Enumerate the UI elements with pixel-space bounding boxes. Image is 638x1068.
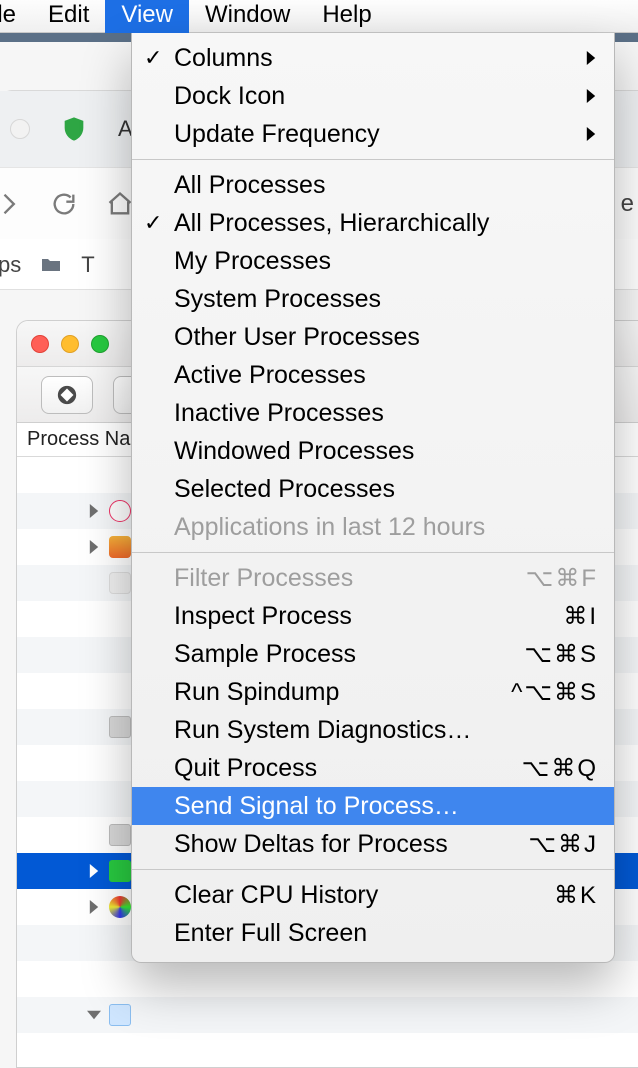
menu-item-label: Sample Process — [174, 640, 356, 669]
stop-process-button[interactable] — [41, 376, 93, 414]
disclosure-right-icon[interactable] — [87, 504, 101, 518]
menu-item-quit-process[interactable]: Quit Process ⌥⌘Q — [132, 749, 614, 787]
menubar-item-edit[interactable]: Edit — [32, 0, 105, 33]
system-menubar: ile Edit View Window Help — [0, 0, 638, 33]
check-icon: ✓ — [144, 45, 162, 71]
zoom-icon[interactable] — [91, 335, 109, 353]
menu-item-label: Applications in last 12 hours — [174, 513, 485, 542]
menu-item-show-deltas-for-process[interactable]: Show Deltas for Process ⌥⌘J — [132, 825, 614, 863]
menu-item-run-spindump[interactable]: Run Spindump ^⌥⌘S — [132, 673, 614, 711]
menu-shortcut: ^⌥⌘S — [511, 678, 598, 707]
menubar-item-help[interactable]: Help — [306, 0, 387, 33]
menubar-item-view[interactable]: View — [105, 0, 189, 33]
reload-icon[interactable] — [50, 190, 78, 218]
menu-item-my-processes[interactable]: My Processes — [132, 242, 614, 280]
menu-item-sample-process[interactable]: Sample Process ⌥⌘S — [132, 635, 614, 673]
menu-item-label: System Processes — [174, 285, 381, 314]
view-menu-dropdown: ✓ Columns Dock Icon Update Frequency All… — [131, 33, 615, 963]
menu-separator — [132, 869, 614, 870]
menu-item-system-processes[interactable]: System Processes — [132, 280, 614, 318]
menu-item-label: Windowed Processes — [174, 437, 414, 466]
menu-item-active-processes[interactable]: Active Processes — [132, 356, 614, 394]
process-icon — [109, 716, 131, 738]
process-icon — [109, 860, 131, 882]
menu-item-columns[interactable]: ✓ Columns — [132, 39, 614, 77]
menu-shortcut: ⌥⌘S — [524, 640, 598, 669]
menu-item-inactive-processes[interactable]: Inactive Processes — [132, 394, 614, 432]
minimize-icon[interactable] — [61, 335, 79, 353]
menu-shortcut: ⌥⌘Q — [522, 754, 598, 783]
process-icon — [109, 572, 131, 594]
menu-item-label: My Processes — [174, 247, 331, 276]
menu-item-windowed-processes[interactable]: Windowed Processes — [132, 432, 614, 470]
menu-item-label: Filter Processes — [174, 564, 353, 593]
menu-item-other-user-processes[interactable]: Other User Processes — [132, 318, 614, 356]
forward-icon[interactable] — [0, 190, 22, 218]
menu-item-selected-processes[interactable]: Selected Processes — [132, 470, 614, 508]
menu-item-label: Show Deltas for Process — [174, 830, 448, 859]
menu-item-label: Selected Processes — [174, 475, 395, 504]
shield-icon — [60, 115, 88, 143]
disclosure-right-icon[interactable] — [87, 540, 101, 554]
submenu-arrow-icon — [584, 127, 598, 141]
menu-item-run-system-diagnostics[interactable]: Run System Diagnostics… — [132, 711, 614, 749]
home-icon[interactable] — [106, 190, 134, 218]
menu-item-label: Inspect Process — [174, 602, 352, 631]
menu-item-label: Quit Process — [174, 754, 317, 783]
menu-item-update-frequency[interactable]: Update Frequency — [132, 115, 614, 153]
menu-item-label: Run System Diagnostics… — [174, 716, 471, 745]
menu-item-label: All Processes — [174, 171, 325, 200]
menu-item-label: Inactive Processes — [174, 399, 384, 428]
menu-item-label: Send Signal to Process… — [174, 792, 459, 821]
menu-item-clear-cpu-history[interactable]: Clear CPU History ⌘K — [132, 876, 614, 914]
menu-item-applications-last-12h: Applications in last 12 hours — [132, 508, 614, 546]
menu-item-send-signal-to-process[interactable]: Send Signal to Process… — [132, 787, 614, 825]
menu-shortcut: ⌘I — [563, 602, 598, 631]
menu-item-filter-processes: Filter Processes ⌥⌘F — [132, 559, 614, 597]
menu-item-inspect-process[interactable]: Inspect Process ⌘I — [132, 597, 614, 635]
menubar-item-file[interactable]: ile — [0, 0, 32, 33]
disclosure-right-icon[interactable] — [87, 864, 101, 878]
menu-item-label: Clear CPU History — [174, 881, 378, 910]
menu-item-label: Dock Icon — [174, 82, 285, 111]
menu-item-label: Run Spindump — [174, 678, 339, 707]
disclosure-right-icon[interactable] — [87, 900, 101, 914]
menu-item-label: Enter Full Screen — [174, 919, 367, 948]
menu-item-label: Other User Processes — [174, 323, 420, 352]
check-icon: ✓ — [144, 210, 162, 236]
close-icon[interactable] — [31, 335, 49, 353]
tab-favicon-placeholder — [10, 119, 30, 139]
table-row[interactable] — [17, 1033, 638, 1068]
disclosure-down-icon[interactable] — [87, 1008, 101, 1022]
submenu-arrow-icon — [584, 89, 598, 103]
menu-item-label: Columns — [174, 44, 273, 73]
bookmark-folder-label[interactable]: T — [81, 252, 94, 278]
menu-item-label: Update Frequency — [174, 120, 380, 149]
table-row[interactable] — [17, 997, 638, 1033]
submenu-arrow-icon — [584, 51, 598, 65]
process-icon — [109, 1004, 131, 1026]
menu-separator — [132, 552, 614, 553]
menu-shortcut: ⌘K — [554, 881, 598, 910]
menu-item-label: All Processes, Hierarchically — [174, 209, 489, 238]
menubar-item-window[interactable]: Window — [189, 0, 306, 33]
url-right-edge-letter: e — [621, 190, 634, 218]
process-icon — [109, 824, 131, 846]
menu-item-label: Active Processes — [174, 361, 366, 390]
menu-item-enter-full-screen[interactable]: Enter Full Screen — [132, 914, 614, 952]
menu-item-dock-icon[interactable]: Dock Icon — [132, 77, 614, 115]
menu-shortcut: ⌥⌘J — [528, 830, 598, 859]
menu-separator — [132, 159, 614, 160]
bookmark-fragment[interactable]: ps — [0, 252, 21, 278]
process-icon — [109, 500, 131, 522]
column-header-process-name[interactable]: Process Na — [27, 428, 130, 451]
menu-shortcut: ⌥⌘F — [526, 564, 598, 593]
menu-item-all-processes[interactable]: All Processes — [132, 166, 614, 204]
menu-item-all-processes-hierarchically[interactable]: ✓ All Processes, Hierarchically — [132, 204, 614, 242]
table-row[interactable] — [17, 961, 638, 997]
process-icon — [109, 896, 131, 918]
folder-icon[interactable] — [39, 253, 63, 277]
process-icon — [109, 536, 131, 558]
